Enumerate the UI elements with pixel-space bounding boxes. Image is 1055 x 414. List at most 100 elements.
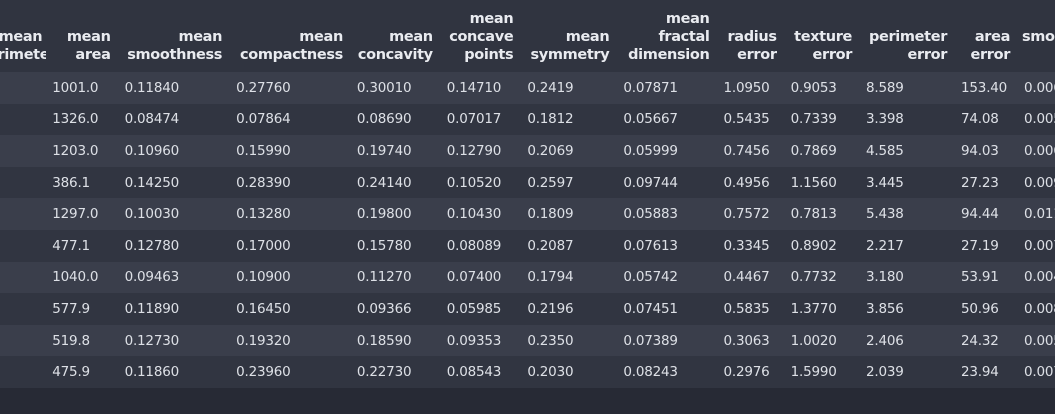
- table-cell: 0.19320: [230, 324, 351, 357]
- table-cell: 0.22730: [350, 356, 441, 388]
- table-cell: 0.19740: [350, 135, 441, 167]
- column-header-text: error: [907, 47, 948, 63]
- table-cell: 0.08543: [440, 356, 522, 388]
- column-header[interactable]: mean concave points: [440, 0, 522, 72]
- table-cell: [0, 293, 47, 325]
- table-cell: 0.28390: [230, 166, 351, 199]
- table-cell: 0.05742: [617, 261, 718, 294]
- table-cell: 0.2196: [521, 293, 618, 325]
- table-cell: [0, 166, 47, 199]
- table-cell: 1326.0: [46, 103, 119, 136]
- table-cell: 0.1812: [521, 103, 618, 136]
- table-cell: 1203.0: [46, 135, 119, 167]
- table-cell: 0.27760: [230, 72, 351, 104]
- table-cell: 4.585: [860, 135, 956, 167]
- table-cell: 386.1: [46, 166, 119, 199]
- column-header-text: radius: [727, 29, 777, 45]
- table-cell: 0.007510: [1018, 229, 1055, 262]
- table-cell: 0.13280: [230, 198, 351, 230]
- column-header-text: smoothness: [127, 47, 223, 63]
- table-cell: 94.03: [955, 135, 1019, 167]
- table-cell: 0.14710: [440, 72, 522, 104]
- column-header-text: mean: [0, 29, 43, 45]
- table-row[interactable]: 386.1 0.14250 0.28390 0.24140 0.10520 0.2597 0…: [0, 166, 1055, 199]
- table-cell: [0, 103, 47, 136]
- table-row[interactable]: 475.9 0.11860 0.23960 0.22730 0.08543 0.2030 0…: [0, 356, 1055, 388]
- table-cell: 0.17000: [230, 229, 351, 262]
- table-cell: 0.05667: [617, 103, 718, 136]
- table-cell: 94.44: [955, 198, 1019, 230]
- column-header-text: mean: [178, 29, 223, 45]
- table-row[interactable]: 1326.0 0.08474 0.07864 0.08690 0.07017 0.1812…: [0, 103, 1055, 136]
- table-cell: [0, 72, 47, 104]
- column-header[interactable]: perimeter error: [860, 0, 956, 72]
- table-cell: 0.05999: [617, 135, 718, 167]
- table-cell: 0.7456: [717, 135, 785, 167]
- table-cell: [0, 324, 47, 357]
- column-header-text: mean: [299, 29, 343, 45]
- table-row[interactable]: 1040.0 0.09463 0.10900 0.11270 0.07400 0.1794…: [0, 261, 1055, 294]
- column-header-text: concavity: [357, 47, 433, 63]
- table-row[interactable]: 477.1 0.12780 0.17000 0.15780 0.08089 0.2087 0…: [0, 229, 1055, 262]
- table-body: 1001.0 0.11840 0.27760 0.30010 0.14710 0.2419…: [0, 72, 1055, 388]
- column-header[interactable]: texture error: [784, 0, 861, 72]
- table-cell: 0.09353: [440, 324, 522, 357]
- column-header-text: mean: [565, 29, 610, 45]
- table-row[interactable]: 577.9 0.11890 0.16450 0.09366 0.05985 0.2196 0…: [0, 293, 1055, 325]
- table-cell: 1001.0: [46, 72, 119, 104]
- table-header: meanperimetermeanareameansmoothnessmeanc…: [0, 0, 1055, 72]
- column-header[interactable]: mean perimeter: [0, 0, 47, 72]
- table-cell: 0.16450: [230, 293, 351, 325]
- table-cell: 0.09744: [617, 166, 718, 199]
- table-row[interactable]: 1203.0 0.10960 0.15990 0.19740 0.12790 0.2069…: [0, 135, 1055, 167]
- column-header-text: mean: [665, 11, 710, 27]
- column-header[interactable]: mean smoothness: [118, 0, 231, 72]
- table-cell: 1297.0: [46, 198, 119, 230]
- table-cell: [0, 198, 47, 230]
- column-header-text: points: [464, 47, 514, 63]
- column-header-text: area: [974, 29, 1011, 45]
- table-cell: 0.1809: [521, 198, 618, 230]
- table-cell: 0.09366: [350, 293, 441, 325]
- table-cell: 0.09463: [118, 261, 231, 294]
- column-header[interactable]: mean area: [46, 0, 119, 72]
- table-cell: 0.2597: [521, 166, 618, 199]
- table-cell: 27.19: [955, 229, 1019, 262]
- table-cell: 0.15990: [230, 135, 351, 167]
- table-cell: 0.07389: [617, 324, 718, 357]
- table-cell: 0.11270: [350, 261, 441, 294]
- column-header[interactable]: area error: [955, 0, 1019, 72]
- table-cell: 0.2030: [521, 356, 618, 388]
- column-header[interactable]: mean compactness: [230, 0, 351, 72]
- table-cell: 1040.0: [46, 261, 119, 294]
- header-row: meanperimetermeanareameansmoothnessmeanc…: [0, 0, 1055, 72]
- table-cell: 0.4467: [717, 261, 785, 294]
- table-cell: 0.15780: [350, 229, 441, 262]
- table-cell: 0.4956: [717, 166, 785, 199]
- table-cell: 0.7732: [784, 261, 861, 294]
- column-header[interactable]: radius error: [717, 0, 785, 72]
- table-cell: 0.07451: [617, 293, 718, 325]
- table-cell: 3.445: [860, 166, 956, 199]
- table-cell: 27.23: [955, 166, 1019, 199]
- column-header[interactable]: mean symmetry: [521, 0, 618, 72]
- table-cell: 0.18590: [350, 324, 441, 357]
- table-cell: 23.94: [955, 356, 1019, 388]
- column-header[interactable]: smoothnesserror: [1018, 0, 1055, 72]
- table-cell: 0.24140: [350, 166, 441, 199]
- table-cell: 1.0950: [717, 72, 785, 104]
- column-header[interactable]: mean concavity: [350, 0, 441, 72]
- table-cell: 0.07613: [617, 229, 718, 262]
- table-row[interactable]: 1001.0 0.11840 0.27760 0.30010 0.14710 0.2419…: [0, 72, 1055, 104]
- table-cell: 50.96: [955, 293, 1019, 325]
- data-table: meanperimetermeanareameansmoothnessmeanc…: [0, 0, 1055, 388]
- table-row[interactable]: 1297.0 0.10030 0.13280 0.19800 0.10430 0.1809…: [0, 198, 1055, 230]
- table-cell: 3.856: [860, 293, 956, 325]
- table-row[interactable]: 519.8 0.12730 0.19320 0.18590 0.09353 0.2350 0…: [0, 324, 1055, 357]
- column-header-text: error: [1022, 46, 1055, 64]
- column-header-text: compactness: [239, 47, 343, 63]
- dataframe-viewport[interactable]: meanperimetermeanareameansmoothnessmeanc…: [0, 0, 1055, 414]
- column-header[interactable]: mean fractal dimension: [617, 0, 718, 72]
- table-cell: 0.9053: [784, 72, 861, 104]
- table-cell: 0.1794: [521, 261, 618, 294]
